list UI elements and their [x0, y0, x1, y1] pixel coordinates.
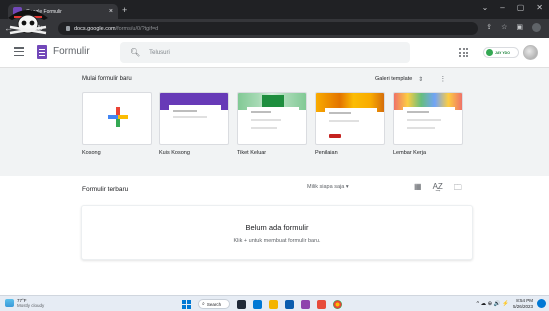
- empty-state-title: Belum ada formulir: [245, 223, 309, 232]
- template-thumbnail[interactable]: [393, 92, 463, 145]
- store-icon[interactable]: [285, 299, 294, 309]
- google-apps-icon[interactable]: [459, 48, 468, 57]
- notification-icon[interactable]: [537, 299, 546, 308]
- weather-widget[interactable]: 77°F Mostly cloudy: [5, 298, 44, 308]
- clock-date: 5/26/2023: [512, 303, 533, 309]
- chrome-icon[interactable]: [333, 299, 342, 309]
- view-options: ▦ A͢Z 🗀: [414, 182, 462, 196]
- workspace-logo-icon: [486, 49, 493, 56]
- template-card-assessment[interactable]: Penilaian: [315, 92, 385, 156]
- tab-search-icon[interactable]: ⌄: [482, 3, 489, 12]
- browser-tab-bar: Google Formulir × + ⌄ – ▢ ✕: [0, 0, 549, 19]
- teams-chat-icon[interactable]: [253, 299, 262, 309]
- template-card-blank-quiz[interactable]: Kuis Kosong: [159, 92, 229, 156]
- recent-forms-title: Formulir terbaru: [82, 186, 129, 193]
- workspace-label: JAY YDO: [495, 50, 510, 55]
- tray-icons[interactable]: ^ ☁ ⊕ 🔊 ⚡: [476, 301, 509, 307]
- taskbar-search-label: Search: [206, 301, 222, 307]
- gallery-controls: Galeri template ⇕ ⋮: [375, 75, 446, 83]
- plus-icon: [108, 107, 128, 127]
- window-controls: ⌄ – ▢ ✕: [482, 3, 543, 12]
- empty-state-subtitle: Klik + untuk membuat formulir baru.: [233, 238, 321, 244]
- new-tab-button[interactable]: +: [122, 5, 127, 15]
- sort-az-icon[interactable]: A͢Z: [433, 182, 443, 196]
- template-thumbnail[interactable]: [82, 92, 152, 145]
- tab-close-icon[interactable]: ×: [109, 8, 113, 15]
- close-window-button[interactable]: ✕: [536, 3, 543, 12]
- url-field[interactable]: docs.google.com /forms/u/0/?tgif=d: [58, 22, 478, 35]
- template-gallery-button[interactable]: Galeri template: [375, 76, 412, 82]
- list-view-icon[interactable]: ▦: [414, 182, 422, 196]
- forms-logo-icon[interactable]: [37, 45, 47, 59]
- template-card-worksheet[interactable]: Lembar Kerja: [393, 92, 463, 156]
- lock-icon: [66, 26, 70, 31]
- app-icon[interactable]: [317, 299, 326, 309]
- more-options-icon[interactable]: ⋮: [439, 75, 446, 83]
- template-label: Lembar Kerja: [393, 150, 427, 156]
- bookmark-star-icon[interactable]: ☆: [501, 23, 507, 32]
- folder-icon[interactable]: 🗀: [454, 182, 462, 196]
- app-header: Formulir 🔍︎ Telusuri JAY YDO: [0, 38, 549, 68]
- app-icon[interactable]: [301, 299, 310, 309]
- taskbar-search[interactable]: ⌕ Search: [198, 299, 230, 309]
- skull-sticker-icon: [8, 10, 48, 35]
- template-thumbnail[interactable]: [159, 92, 229, 145]
- file-explorer-icon[interactable]: [269, 299, 278, 309]
- system-tray: ^ ☁ ⊕ 🔊 ⚡ 8:54 PM 5/26/2023: [476, 298, 546, 309]
- windows-taskbar: 77°F Mostly cloudy ⌕ Search ^ ☁ ⊕ 🔊 ⚡ 8:…: [0, 295, 549, 311]
- weather-desc: Mostly cloudy: [17, 303, 45, 308]
- search-icon[interactable]: 🔍︎: [130, 48, 140, 57]
- windows-start-icon[interactable]: [182, 299, 191, 309]
- address-bar-icons: ⇪ ☆ ▣: [486, 23, 541, 32]
- taskbar-apps: ⌕ Search: [182, 299, 342, 309]
- template-label: Kosong: [82, 150, 101, 156]
- workspace-badge[interactable]: JAY YDO: [483, 47, 519, 58]
- template-label: Tiket Keluar: [237, 150, 267, 156]
- url-path: /forms/u/0/?tgif=d: [115, 25, 159, 32]
- main-menu-icon[interactable]: [14, 47, 24, 56]
- minimize-button[interactable]: –: [500, 3, 504, 12]
- share-icon[interactable]: ⇪: [486, 23, 492, 32]
- empty-state-card: Belum ada formulir Klik + untuk membuat …: [81, 205, 473, 260]
- owner-filter-dropdown[interactable]: Milik siapa saja ▾: [307, 184, 349, 190]
- url-host: docs.google.com: [74, 25, 116, 32]
- clock[interactable]: 8:54 PM 5/26/2023: [513, 298, 533, 309]
- template-thumbnail[interactable]: [237, 92, 307, 145]
- search-input[interactable]: 🔍︎ Telusuri: [120, 42, 410, 63]
- template-gallery: Mulai formulir baru Galeri template ⇕ ⋮ …: [0, 68, 549, 176]
- template-card-exit-ticket[interactable]: Tiket Keluar: [237, 92, 307, 156]
- gallery-title: Mulai formulir baru: [82, 76, 132, 82]
- account-avatar[interactable]: [523, 45, 538, 60]
- weather-icon: [5, 299, 14, 307]
- search-placeholder: Telusuri: [149, 49, 170, 56]
- search-icon: ⌕: [202, 301, 205, 307]
- app-name[interactable]: Formulir: [53, 46, 90, 57]
- clock-time: 8:54 PM: [516, 298, 533, 303]
- profile-avatar-icon[interactable]: [532, 23, 541, 32]
- template-thumbnail[interactable]: [315, 92, 385, 145]
- expand-collapse-icon[interactable]: ⇕: [418, 76, 423, 83]
- template-label: Penilaian: [315, 150, 338, 156]
- template-card-blank[interactable]: Kosong: [82, 92, 152, 156]
- address-bar: ← → ↻ docs.google.com /forms/u/0/?tgif=d…: [0, 19, 549, 38]
- maximize-button[interactable]: ▢: [517, 3, 525, 12]
- task-view-icon[interactable]: [237, 299, 246, 309]
- side-panel-icon[interactable]: ▣: [516, 23, 523, 32]
- template-label: Kuis Kosong: [159, 150, 190, 156]
